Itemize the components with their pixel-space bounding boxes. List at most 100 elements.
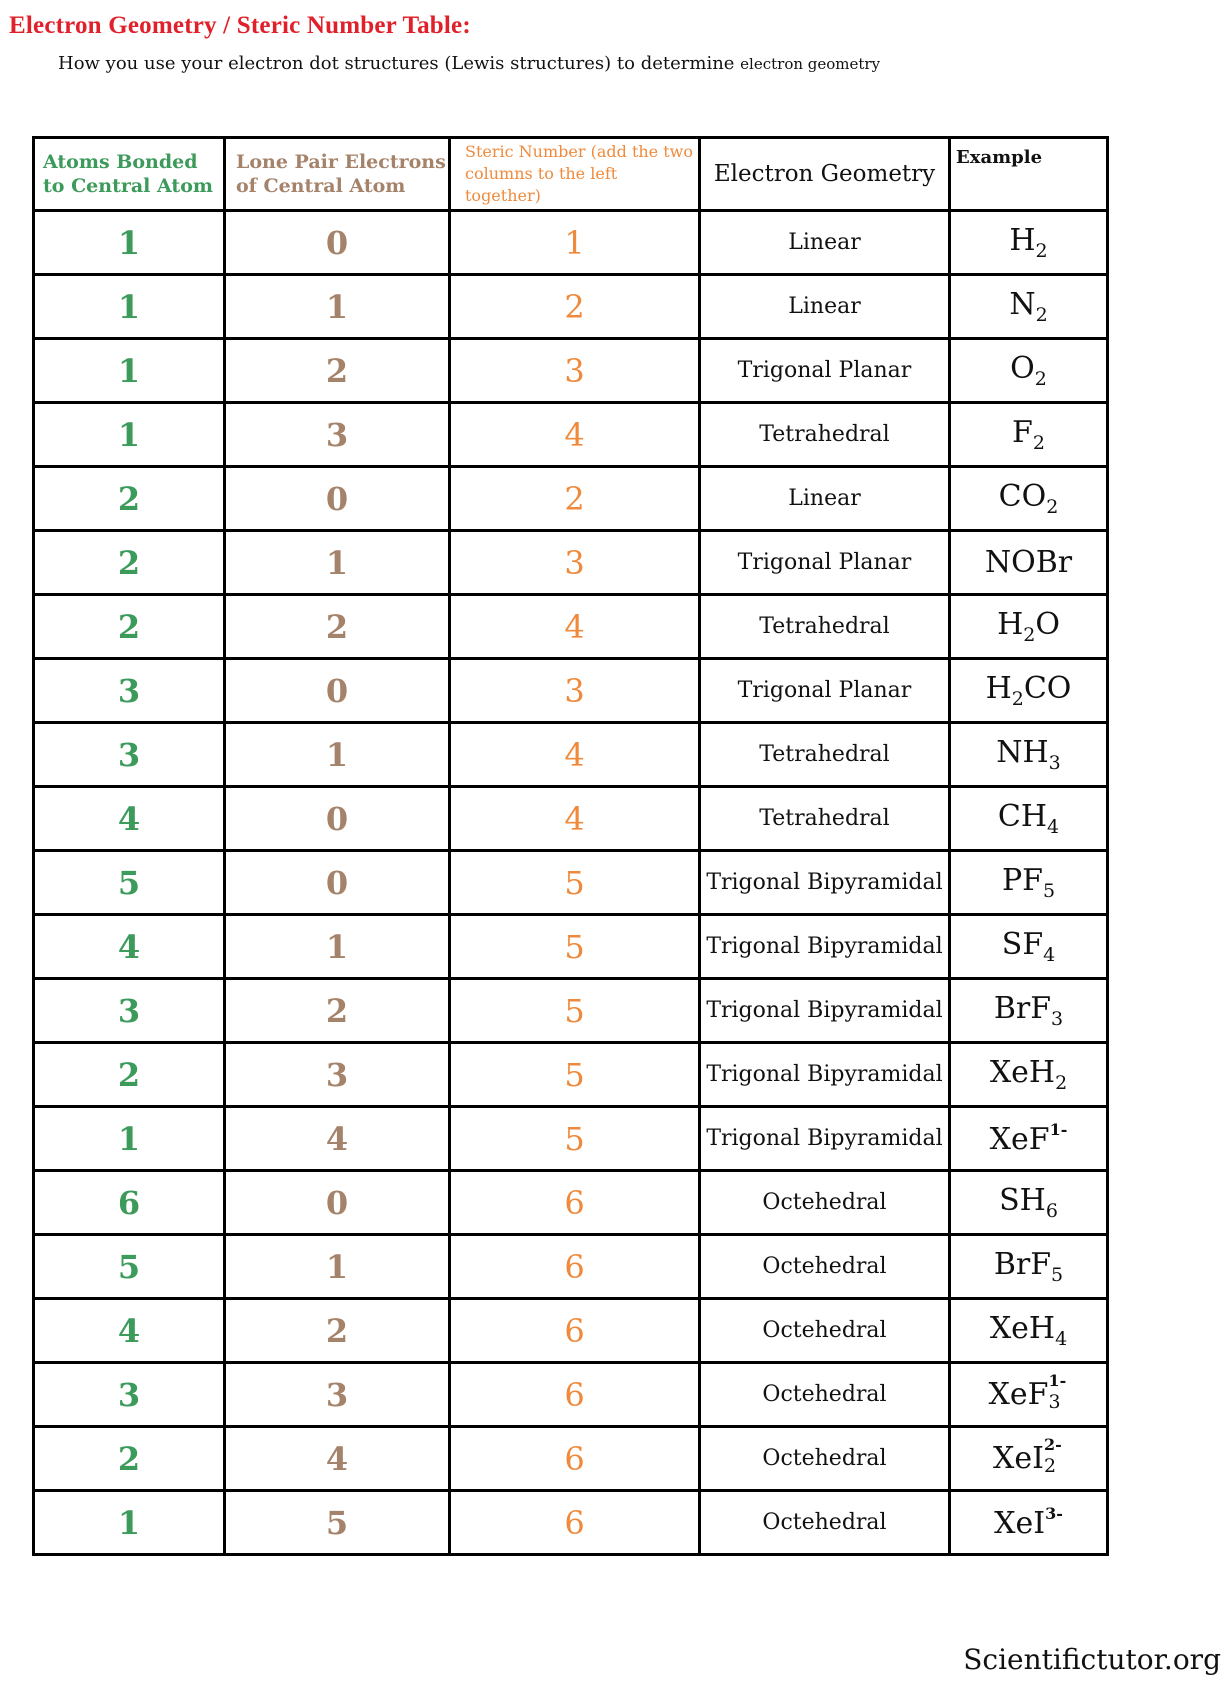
- table-row: 3 2 5 Trigonal Bipyramidal BrF3: [32, 977, 1109, 1044]
- steric-number-cell: 6: [448, 1297, 701, 1364]
- steric-number-cell: 5: [448, 913, 701, 980]
- lone-pairs-cell: 4: [223, 1105, 451, 1172]
- formula-subscript: 4: [1047, 816, 1060, 838]
- table-row: 2 3 5 Trigonal Bipyramidal XeH2: [32, 1041, 1109, 1108]
- steric-number-cell: 4: [448, 401, 701, 468]
- lone-pairs-cell: 2: [223, 593, 451, 660]
- steric-number-cell: 1: [448, 209, 701, 276]
- table-row: 2 4 6 Octehedral XeI 2- 2: [32, 1425, 1109, 1492]
- formula-base: BrF: [993, 991, 1052, 1026]
- electron-geometry-cell: Linear: [698, 465, 951, 532]
- example-formula-cell: XeH4: [948, 1297, 1109, 1364]
- lone-pairs-cell: 1: [223, 1233, 451, 1300]
- formula-base: H: [985, 671, 1012, 706]
- electron-geometry-cell: Trigonal Planar: [698, 337, 951, 404]
- formula-charge: 1-: [1048, 1371, 1067, 1390]
- example-formula-cell: SH6: [948, 1169, 1109, 1236]
- header-steric-number: Steric Number (add the two columns to th…: [448, 136, 701, 212]
- formula-subscript: 3: [1048, 752, 1061, 774]
- lone-pairs-cell: 3: [223, 1041, 451, 1108]
- formula-base: CH: [997, 799, 1048, 834]
- electron-geometry-cell: Linear: [698, 209, 951, 276]
- atoms-bonded-cell: 2: [32, 1425, 226, 1492]
- formula-base: SF: [1001, 927, 1044, 962]
- example-formula-cell: O2: [948, 337, 1109, 404]
- example-formula-cell: XeH2: [948, 1041, 1109, 1108]
- header-lone-pairs: Lone Pair Electrons of Central Atom: [223, 136, 451, 212]
- formula-subscript: 2: [1034, 368, 1047, 390]
- steric-number-cell: 4: [448, 593, 701, 660]
- steric-number-cell: 5: [448, 1041, 701, 1108]
- example-formula-cell: XeI3-: [948, 1489, 1109, 1556]
- electron-geometry-cell: Trigonal Bipyramidal: [698, 913, 951, 980]
- formula-ion-stack: 2- 2: [1044, 1435, 1064, 1477]
- formula-base: H: [997, 607, 1024, 642]
- formula-subscript: 5: [1051, 1264, 1064, 1286]
- example-formula-cell: CO2: [948, 465, 1109, 532]
- atoms-bonded-cell: 3: [32, 657, 226, 724]
- atoms-bonded-cell: 2: [32, 529, 226, 596]
- steric-number-cell: 6: [448, 1169, 701, 1236]
- electron-geometry-cell: Octehedral: [698, 1169, 951, 1236]
- table-row: 2 0 2 Linear CO2: [32, 465, 1109, 532]
- formula-base: SH: [999, 1183, 1046, 1218]
- atoms-bonded-cell: 1: [32, 1105, 226, 1172]
- steric-number-cell: 5: [448, 1105, 701, 1172]
- steric-number-cell: 6: [448, 1233, 701, 1300]
- example-formula-cell: F2: [948, 401, 1109, 468]
- formula-subscript: 2: [1035, 304, 1048, 326]
- table-row: 5 1 6 Octehedral BrF5: [32, 1233, 1109, 1300]
- formula-subscript: 6: [1045, 1200, 1058, 1222]
- formula-subscript: 4: [1055, 1328, 1068, 1350]
- example-formula-cell: N2: [948, 273, 1109, 340]
- lone-pairs-cell: 0: [223, 465, 451, 532]
- table-row: 1 0 1 Linear H2: [32, 209, 1109, 276]
- formula-subscript: 2: [1035, 240, 1048, 262]
- atoms-bonded-cell: 4: [32, 785, 226, 852]
- lone-pairs-cell: 3: [223, 401, 451, 468]
- atoms-bonded-cell: 5: [32, 1233, 226, 1300]
- electron-geometry-cell: Trigonal Planar: [698, 657, 951, 724]
- formula-tail: CO: [1023, 671, 1072, 706]
- formula-base: XeF: [989, 1122, 1050, 1157]
- lone-pairs-cell: 0: [223, 1169, 451, 1236]
- lone-pairs-cell: 2: [223, 337, 451, 404]
- electron-geometry-cell: Octehedral: [698, 1233, 951, 1300]
- lone-pairs-cell: 0: [223, 657, 451, 724]
- atoms-bonded-cell: 3: [32, 721, 226, 788]
- atoms-bonded-cell: 1: [32, 337, 226, 404]
- formula-base: NH: [996, 735, 1049, 770]
- formula-base: XeI: [993, 1441, 1044, 1476]
- formula-base: XeF: [988, 1377, 1049, 1412]
- lone-pairs-cell: 1: [223, 529, 451, 596]
- lone-pairs-cell: 4: [223, 1425, 451, 1492]
- steric-number-cell: 3: [448, 337, 701, 404]
- table-row: 3 3 6 Octehedral XeF 1- 3: [32, 1361, 1109, 1428]
- formula-base: PF: [1001, 863, 1043, 898]
- example-formula-cell: XeF 1- 3: [948, 1361, 1109, 1428]
- atoms-bonded-cell: 3: [32, 1361, 226, 1428]
- formula-base: F: [1012, 415, 1033, 450]
- header-electron-geometry: Electron Geometry: [698, 136, 951, 212]
- atoms-bonded-cell: 1: [32, 401, 226, 468]
- subtitle-main: How you use your electron dot structures…: [58, 53, 741, 74]
- example-formula-cell: CH4: [948, 785, 1109, 852]
- header-atoms-bonded: Atoms Bonded to Central Atom: [32, 136, 226, 212]
- table-row: 1 4 5 Trigonal Bipyramidal XeF1-: [32, 1105, 1109, 1172]
- example-formula-cell: SF4: [948, 913, 1109, 980]
- subtitle-small: electron geometry: [740, 55, 881, 73]
- table-row: 4 2 6 Octehedral XeH4: [32, 1297, 1109, 1364]
- example-formula-cell: PF5: [948, 849, 1109, 916]
- table-row: 1 5 6 Octehedral XeI3-: [32, 1489, 1109, 1556]
- electron-geometry-cell: Trigonal Bipyramidal: [698, 1041, 951, 1108]
- formula-base: BrF: [993, 1247, 1052, 1282]
- table-row: 3 0 3 Trigonal Planar H2CO: [32, 657, 1109, 724]
- atoms-bonded-cell: 2: [32, 593, 226, 660]
- lone-pairs-cell: 1: [223, 273, 451, 340]
- table-row: 1 1 2 Linear N2: [32, 273, 1109, 340]
- electron-geometry-cell: Octehedral: [698, 1361, 951, 1428]
- electron-geometry-cell: Trigonal Bipyramidal: [698, 1105, 951, 1172]
- page-title: Electron Geometry / Steric Number Table:: [9, 12, 471, 39]
- table-row: 6 0 6 Octehedral SH6: [32, 1169, 1109, 1236]
- table-row: 2 1 3 Trigonal Planar NOBr: [32, 529, 1109, 596]
